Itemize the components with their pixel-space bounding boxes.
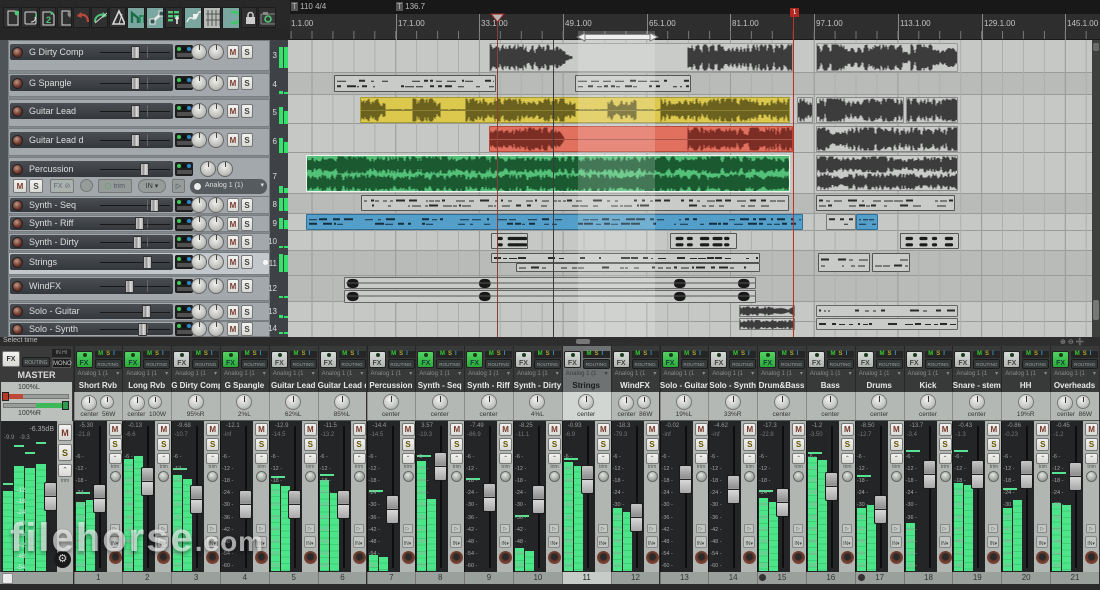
svg-text:1: 1 bbox=[69, 12, 71, 19]
svg-text:2: 2 bbox=[46, 15, 51, 25]
